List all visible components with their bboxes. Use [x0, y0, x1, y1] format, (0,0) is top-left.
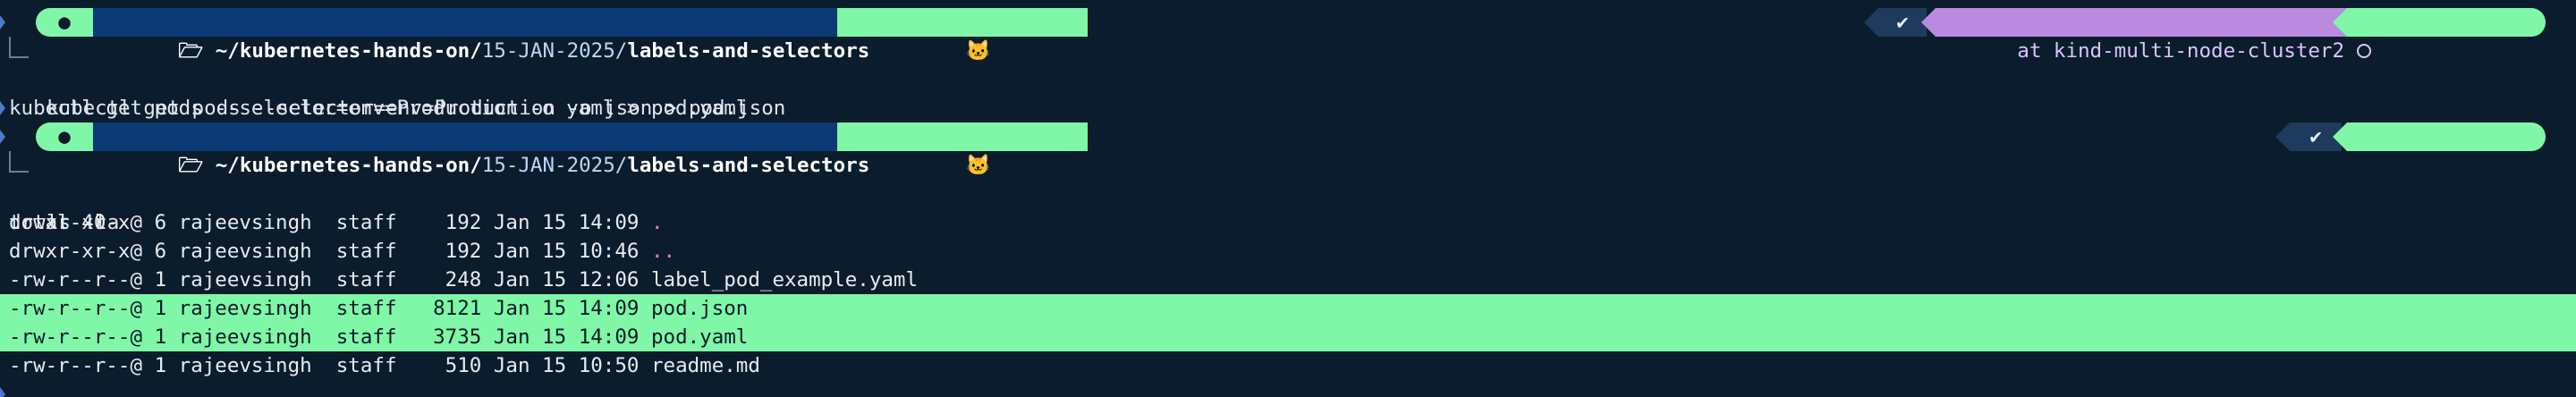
command-line: kubectl get pods --selector=env=Producti… — [0, 65, 2576, 120]
apple-icon: ● — [36, 8, 93, 37]
file-group: staff — [335, 268, 410, 291]
file-owner: rajeevsingh — [178, 354, 336, 377]
file-owner: rajeevsingh — [178, 240, 336, 263]
segment-separator — [1864, 8, 1878, 37]
file-group: staff — [335, 325, 410, 349]
file-owner: rajeevsingh — [178, 268, 336, 291]
path-segment: 🗁 ~/kubernetes-hands-on/15-JAN-2025/labe… — [93, 8, 869, 63]
file-date: Jan 15 14:09 — [493, 211, 651, 234]
gutter-marker — [0, 15, 5, 30]
file-name: pod.yaml — [650, 325, 749, 349]
file-row-text: drwxr-xr-x@ 6 rajeevsingh staff 192 Jan … — [9, 237, 675, 266]
file-row: -rw-r--r--@ 1 rajeevsingh staff 248 Jan … — [0, 266, 2576, 294]
gutter-marker — [0, 130, 5, 144]
file-row-text: -rw-r--r--@ 1 rajeevsingh staff 248 Jan … — [9, 266, 918, 294]
file-name: label_pod_example.yaml — [650, 268, 918, 291]
status-check-icon: ✔ — [1878, 8, 1927, 37]
file-links: 1 — [154, 325, 179, 349]
terminal-window[interactable]: ● 🗁 ~/kubernetes-hands-on/15-JAN-2025/la… — [0, 0, 2576, 397]
file-owner: rajeevsingh — [178, 211, 336, 234]
clock-segment: at 14:09:04 — [2347, 8, 2567, 63]
file-group: staff — [335, 354, 410, 377]
file-row-text: -rw-r--r--@ 1 rajeevsingh staff 3735 Jan… — [9, 323, 748, 351]
gutter-marker — [0, 101, 5, 115]
gutter-marker — [0, 387, 5, 397]
command-line: ls -la — [0, 151, 2576, 234]
file-links: 1 — [154, 297, 179, 320]
file-name: . — [650, 211, 664, 234]
file-group: staff — [335, 297, 410, 320]
file-date: Jan 15 14:09 — [493, 325, 651, 349]
file-date: Jan 15 14:09 — [493, 297, 651, 320]
clock-segment: at 14:09:14 — [2347, 122, 2567, 177]
file-size: 248 — [409, 268, 494, 291]
prompt-bar: ● 🗁 ~/kubernetes-hands-on/15-JAN-2025/la… — [0, 8, 2576, 63]
file-date: Jan 15 10:46 — [493, 240, 651, 263]
empty-line — [0, 380, 2576, 397]
prompt-connector — [9, 37, 29, 58]
file-size: 3735 — [409, 325, 494, 349]
file-owner: rajeevsingh — [178, 297, 336, 320]
file-row: -rw-r--r--@ 1 rajeevsingh staff 3735 Jan… — [0, 323, 2576, 351]
file-row: -rw-r--r--@ 1 rajeevsingh staff 510 Jan … — [0, 351, 2576, 380]
file-size: 510 — [409, 354, 494, 377]
path-segment: 🗁 ~/kubernetes-hands-on/15-JAN-2025/labe… — [93, 122, 869, 177]
git-segment: on 🐱 ᚴ main ?3 — [837, 122, 1112, 177]
file-perms: -rw-r--r--@ — [9, 325, 155, 349]
file-row-text: -rw-r--r--@ 1 rajeevsingh staff 510 Jan … — [9, 351, 760, 380]
prompt-bar: ● 🗁 ~/kubernetes-hands-on/15-JAN-2025/la… — [0, 122, 2576, 177]
file-perms: -rw-r--r--@ — [9, 297, 155, 320]
file-links: 6 — [154, 211, 179, 234]
file-name: pod.json — [650, 297, 749, 320]
prompt-connector — [9, 151, 29, 173]
file-row: drwxr-xr-x@ 6 rajeevsingh staff 192 Jan … — [0, 237, 2576, 266]
file-size: 8121 — [409, 297, 494, 320]
file-owner: rajeevsingh — [178, 325, 336, 349]
file-size: 192 — [409, 240, 494, 263]
file-links: 6 — [154, 240, 179, 263]
file-group: staff — [335, 211, 410, 234]
file-date: Jan 15 12:06 — [493, 268, 651, 291]
file-perms: -rw-r--r--@ — [9, 268, 155, 291]
file-row-text: -rw-r--r--@ 1 rajeevsingh staff 8121 Jan… — [9, 294, 748, 323]
file-date: Jan 15 10:50 — [493, 354, 651, 377]
segment-separator — [2275, 122, 2290, 151]
file-links: 1 — [154, 354, 179, 377]
file-name: readme.md — [650, 354, 760, 377]
command-line: kubectl get pods --selector=env=Producti… — [0, 37, 2576, 120]
file-perms: drwxr-xr-x@ — [9, 211, 155, 234]
file-name: .. — [650, 240, 676, 263]
kube-context: at kind-multi-node-cluster2 — [1936, 8, 2371, 63]
file-group: staff — [335, 240, 410, 263]
listing-total: total 40 — [0, 180, 2576, 234]
apple-icon: ● — [36, 122, 93, 151]
file-links: 1 — [154, 268, 179, 291]
empty-line — [0, 94, 2576, 122]
file-perms: -rw-r--r--@ — [9, 354, 155, 377]
file-row: -rw-r--r--@ 1 rajeevsingh staff 8121 Jan… — [0, 294, 2576, 323]
file-size: 192 — [409, 211, 494, 234]
file-perms: drwxr-xr-x@ — [9, 240, 155, 263]
file-row-text: drwxr-xr-x@ 6 rajeevsingh staff 192 Jan … — [9, 208, 664, 237]
file-row: drwxr-xr-x@ 6 rajeevsingh staff 192 Jan … — [0, 208, 2576, 237]
git-segment: on 🐱 ᚴ main ?1 — [837, 8, 1112, 63]
